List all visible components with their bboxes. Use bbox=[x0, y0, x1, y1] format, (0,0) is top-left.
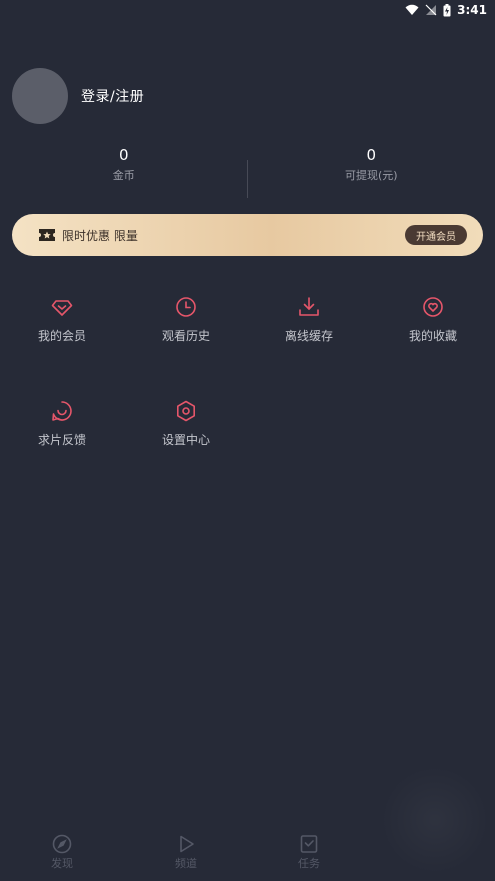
smile-chat-icon bbox=[52, 401, 72, 421]
grid-label-my-vip: 我的会员 bbox=[37, 329, 86, 343]
login-register-link[interactable]: 登录/注册 bbox=[81, 86, 144, 106]
coins-label: 金币 bbox=[112, 169, 135, 182]
play-icon bbox=[180, 835, 194, 853]
download-icon bbox=[299, 297, 319, 316]
coins-stat[interactable]: 0 金币 bbox=[0, 146, 248, 198]
stats-divider bbox=[247, 160, 248, 198]
grid-label-offline-cache: 离线缓存 bbox=[284, 329, 333, 343]
withdrawable-value: 0 bbox=[366, 146, 377, 164]
tab-tasks[interactable]: 任务 bbox=[279, 834, 339, 871]
grid-label-feedback: 求片反馈 bbox=[37, 433, 86, 447]
grid-item-my-vip[interactable]: 我的会员 bbox=[17, 296, 107, 344]
grid-label-favorites: 我的收藏 bbox=[408, 329, 457, 343]
task-check-icon bbox=[300, 835, 318, 853]
tab-discover[interactable]: 发现 bbox=[32, 834, 92, 871]
grid-label-history: 观看历史 bbox=[161, 329, 210, 343]
avatar[interactable] bbox=[12, 68, 68, 124]
grid-item-history[interactable]: 观看历史 bbox=[141, 296, 231, 344]
login-entry[interactable]: 登录/注册 bbox=[12, 68, 144, 124]
settings-hexagon-icon bbox=[177, 400, 195, 422]
tab-label-discover: 发现 bbox=[51, 857, 73, 870]
battery-charging-icon bbox=[443, 3, 451, 16]
compass-icon bbox=[52, 834, 72, 854]
heart-circle-icon bbox=[423, 297, 443, 317]
clock-icon bbox=[176, 297, 196, 317]
diamond-icon bbox=[51, 300, 73, 316]
coins-value: 0 bbox=[118, 146, 129, 164]
withdrawable-stat[interactable]: 0 可提现(元) bbox=[248, 146, 495, 198]
grid-item-favorites[interactable]: 我的收藏 bbox=[388, 296, 478, 344]
status-time: 3:41 bbox=[457, 3, 487, 17]
vip-promo-text: 限时优惠 限量 bbox=[62, 228, 138, 243]
bottom-tab-bar: 发现 频道 任务 bbox=[0, 830, 495, 870]
grid-label-settings: 设置中心 bbox=[161, 433, 210, 447]
open-vip-button[interactable]: 开通会员 bbox=[405, 225, 467, 245]
tab-label-channel: 频道 bbox=[175, 857, 197, 870]
no-signal-icon bbox=[425, 4, 437, 16]
profile-screen: 3:41 登录/注册 0 金币 0 可提现(元) 限时优惠 限量 开通会员 我的… bbox=[0, 0, 495, 881]
tab-label-tasks: 任务 bbox=[298, 857, 320, 870]
status-bar: 3:41 bbox=[405, 0, 495, 20]
wifi-icon bbox=[405, 4, 419, 15]
tab-channel[interactable]: 频道 bbox=[156, 834, 216, 871]
grid-item-settings[interactable]: 设置中心 bbox=[141, 400, 231, 448]
ticket-icon bbox=[39, 229, 55, 241]
withdrawable-label: 可提现(元) bbox=[344, 169, 398, 182]
grid-item-feedback[interactable]: 求片反馈 bbox=[17, 400, 107, 448]
stats-row: 0 金币 0 可提现(元) bbox=[0, 146, 495, 198]
vip-promo-banner[interactable]: 限时优惠 限量 开通会员 bbox=[12, 214, 483, 256]
grid-item-offline-cache[interactable]: 离线缓存 bbox=[264, 296, 354, 344]
